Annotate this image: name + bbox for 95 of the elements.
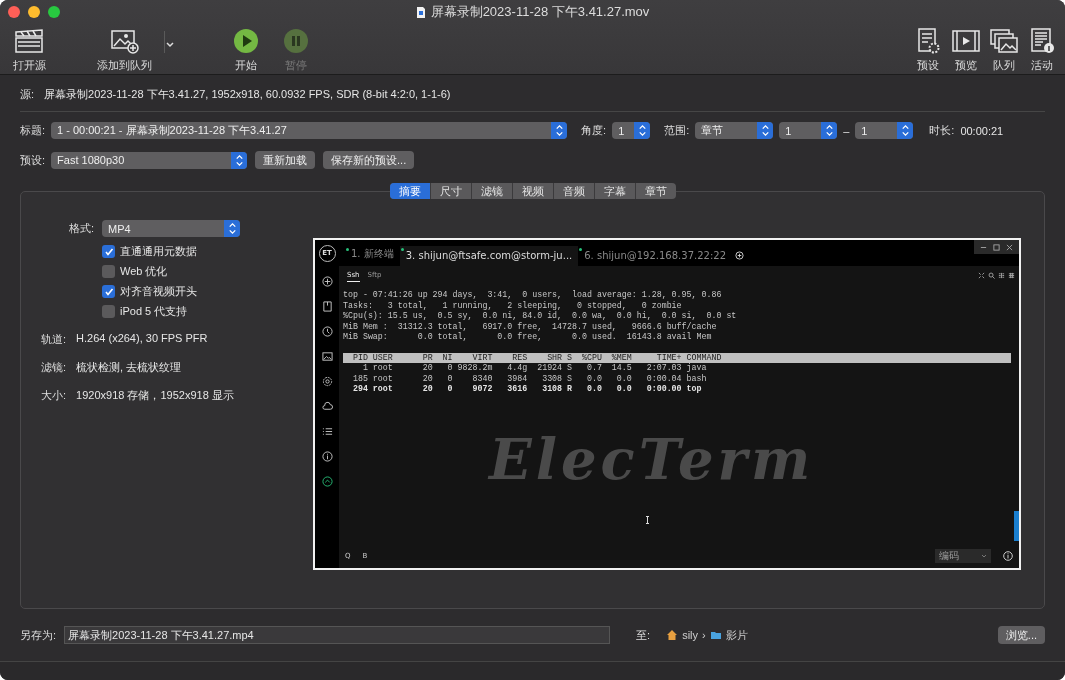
checkbox[interactable] bbox=[102, 265, 115, 279]
zoom-button[interactable] bbox=[48, 6, 60, 18]
terminal-tab[interactable]: 1. 新终端 bbox=[345, 246, 400, 267]
caret-icon[interactable] bbox=[165, 40, 175, 50]
field-label: 至: bbox=[636, 627, 651, 643]
terminal-line: top - 07:41:26 up 294 days, 3:41, 0 users, load average: 1.28, 0.95, 0.86 bbox=[343, 290, 723, 301]
folder-icon bbox=[709, 629, 722, 642]
terminal-tab[interactable]: 3. shijun@ftsafe.com@storm-ju... bbox=[399, 246, 579, 267]
columns-icon[interactable] bbox=[998, 272, 1005, 280]
checkbox-label: iPod 5 代支持 bbox=[120, 304, 188, 320]
terminal-line: 1 root 20 0 9828.2m 4.4g 21924 S 0.7 14.5 2:07.03 java bbox=[361, 363, 708, 374]
document-icon bbox=[415, 5, 426, 19]
browse-button[interactable]: 浏览... bbox=[997, 626, 1045, 645]
terminal-line: MiB Mem : 31312.3 total, 6917.0 free, 14728.7 used, 9666.6 buff/cache bbox=[343, 321, 718, 332]
preset-select[interactable]: Fast 1080p30 bbox=[51, 151, 248, 169]
expand-icon[interactable] bbox=[978, 272, 985, 280]
preset-button[interactable]: 保存新的预设... bbox=[323, 151, 415, 170]
info-icon[interactable] bbox=[1003, 551, 1013, 562]
close-button[interactable] bbox=[8, 6, 20, 18]
terminal-line: 294 root 20 0 9072 3616 3108 R 0.0 0.0 0:00.00 top bbox=[351, 384, 703, 395]
tab[interactable]: 摘要 bbox=[389, 183, 430, 200]
minimize-button[interactable] bbox=[28, 6, 40, 18]
image-plus-icon bbox=[109, 28, 139, 54]
toolbar-button[interactable]: 预览 bbox=[949, 28, 983, 73]
range-separator: – bbox=[843, 124, 850, 137]
play-icon bbox=[231, 28, 261, 54]
toolbar-button[interactable]: 添加到队列 bbox=[84, 28, 164, 73]
field-label: 另存为: bbox=[20, 627, 57, 643]
checkbox[interactable] bbox=[102, 285, 115, 299]
table-header: PID USER PR NI VIRT RES SHR S %CPU %MEM TIME+ COMMAND bbox=[343, 352, 1011, 364]
terminal-line: %Cpu(s): 15.5 us, 0.5 sy, 0.0 ni, 84.0 id, 0.0 wa, 0.0 hi, 0.0 si, 0.0 st bbox=[343, 311, 738, 322]
film-icon bbox=[951, 28, 981, 54]
source-info: 屏幕录制2023-11-28 下午3.41.27, 1952x918, 60.0932 FPS, SDR (8-bit 4:2:0, 1-1-6) bbox=[44, 86, 451, 102]
toolbar-button[interactable]: 开始 bbox=[221, 28, 271, 73]
images-icon bbox=[989, 28, 1019, 54]
info-value: H.264 (x264), 30 FPS PFR bbox=[76, 332, 208, 347]
grid-icon[interactable] bbox=[1008, 272, 1015, 280]
duration-value: 00:00:21 bbox=[960, 124, 1004, 137]
range-start-select[interactable]: 1 bbox=[779, 122, 838, 140]
bookmark-icon[interactable] bbox=[321, 301, 333, 313]
checkbox-label: 对齐音视频开头 bbox=[120, 284, 197, 300]
field-label: 预设: bbox=[20, 152, 46, 168]
field-label: 时长: bbox=[929, 123, 955, 139]
field-label: 格式: bbox=[67, 221, 94, 237]
title-select[interactable]: 1 - 00:00:21 - 屏幕录制2023-11-28 下午3.41.27 bbox=[51, 122, 568, 140]
add-icon[interactable] bbox=[321, 276, 333, 288]
scrollbar[interactable] bbox=[1014, 511, 1019, 542]
field-label: 角度: bbox=[581, 123, 607, 139]
preset-button[interactable]: 重新加载 bbox=[255, 151, 316, 170]
clock-icon[interactable] bbox=[321, 326, 333, 338]
filename-field[interactable]: 屏幕录制2023-11-28 下午3.41.27.mp4 bbox=[64, 626, 611, 645]
field-label: 大小: bbox=[41, 388, 67, 404]
path-item[interactable]: sily bbox=[682, 629, 698, 642]
add-tab-icon[interactable] bbox=[735, 251, 744, 261]
toolbar-button[interactable]: 预设 bbox=[911, 28, 945, 73]
info-circle-icon[interactable] bbox=[321, 451, 333, 463]
info-value: 梳状检测, 去梳状纹理 bbox=[76, 360, 182, 376]
cloud-icon[interactable] bbox=[321, 401, 333, 413]
field-label: 范围: bbox=[664, 123, 690, 139]
info-value: 1920x918 存储，1952x918 显示 bbox=[76, 388, 234, 404]
encoding-select[interactable]: 编码 bbox=[935, 549, 991, 564]
close-icon[interactable] bbox=[1006, 243, 1013, 251]
terminal-line: MiB Swap: 0.0 total, 0.0 free, 0.0 used. 16143.8 avail Mem bbox=[343, 332, 713, 343]
chevron-icon bbox=[981, 553, 987, 560]
window-title: 屏幕录制2023-11-28 下午3.41.27.mov bbox=[430, 3, 650, 21]
arrow-up-icon[interactable] bbox=[321, 476, 333, 488]
checkbox[interactable] bbox=[102, 305, 115, 319]
angle-select[interactable]: 1 bbox=[612, 122, 651, 140]
range-end-select[interactable]: 1 bbox=[855, 122, 914, 140]
search-icon[interactable] bbox=[988, 272, 995, 280]
path-item[interactable]: 影片 bbox=[725, 627, 748, 643]
path-separator: › bbox=[702, 629, 706, 642]
pause-icon bbox=[281, 28, 311, 54]
toolbar-button[interactable]: 打开源 bbox=[4, 28, 54, 73]
clapperboard-icon bbox=[14, 28, 44, 54]
settings-icon[interactable] bbox=[321, 376, 333, 388]
terminal-line: 185 root 20 0 8340 3984 3308 S 0.0 0.0 0:00.04 bash bbox=[351, 373, 708, 385]
field-label: 滤镜: bbox=[41, 360, 67, 376]
maximize-icon[interactable] bbox=[993, 243, 1000, 251]
field-label: 轨道: bbox=[41, 332, 67, 348]
toolbar-button[interactable]: 活动 bbox=[1025, 28, 1059, 73]
home-icon bbox=[666, 629, 679, 642]
toolbar-button[interactable]: 队列 bbox=[987, 28, 1021, 73]
field-label: 标题: bbox=[20, 123, 46, 139]
terminal-tab[interactable]: 6. shijun@192.168.37.22:22 bbox=[578, 246, 732, 267]
checkbox-label: Web 优化 bbox=[120, 264, 168, 280]
format-select[interactable]: MP4 bbox=[102, 220, 240, 238]
text-cursor-icon bbox=[645, 516, 650, 525]
range-select[interactable]: 章节 bbox=[695, 122, 774, 140]
list-icon[interactable] bbox=[321, 426, 333, 438]
checkbox[interactable] bbox=[102, 245, 115, 259]
image-icon[interactable] bbox=[321, 351, 333, 363]
checkbox-label: 直通通用元数据 bbox=[120, 244, 197, 260]
terminal-line: Tasks: 3 total, 1 running, 2 sleeping, 0 stopped, 0 zombie bbox=[343, 300, 683, 311]
field-label: 源: bbox=[20, 86, 35, 102]
